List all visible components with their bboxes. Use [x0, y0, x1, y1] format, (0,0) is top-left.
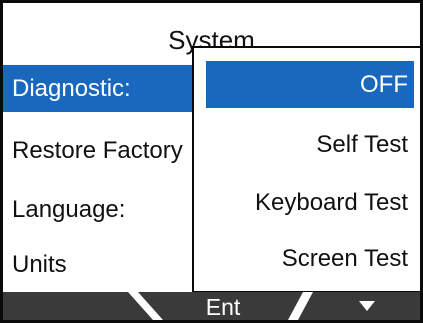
option-self-test[interactable]: Self Test — [206, 121, 414, 168]
menu-item-restore-factory[interactable]: Restore Factory — [3, 127, 203, 174]
menu-item-diagnostic[interactable]: Diagnostic: — [3, 65, 203, 112]
menu-item-units[interactable]: Units — [3, 241, 203, 288]
device-screen: System Diagnostic: Restore Factory Langu… — [0, 0, 423, 323]
option-off[interactable]: OFF — [206, 61, 414, 108]
option-screen-test[interactable]: Screen Test — [206, 235, 414, 282]
softkey-down[interactable] — [308, 292, 420, 320]
softkey-bar: Ent — [3, 292, 420, 320]
softkey-enter[interactable]: Ent — [158, 292, 288, 320]
option-keyboard-test[interactable]: Keyboard Test — [206, 179, 414, 226]
down-arrow-icon — [359, 301, 375, 311]
diagnostic-options-popup: OFF Self Test Keyboard Test Screen Test — [192, 46, 420, 293]
softkey-left[interactable] — [3, 292, 138, 320]
menu-item-language[interactable]: Language: — [3, 186, 203, 233]
